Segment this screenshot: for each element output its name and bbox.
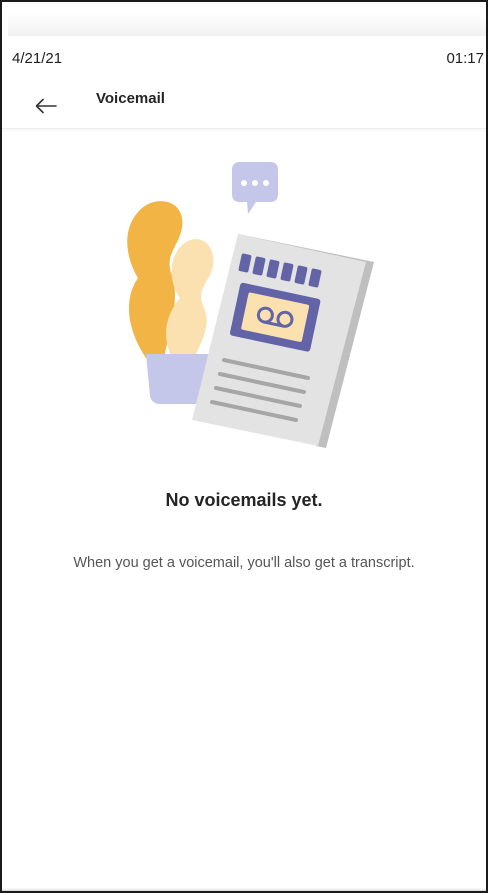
empty-state-title: No voicemails yet. <box>165 490 323 510</box>
top-edge <box>8 12 486 36</box>
status-time: 01:17 <box>446 50 484 67</box>
status-bar: 4/21/21 01:17 <box>2 42 486 72</box>
chat-bubble-icon <box>232 162 278 214</box>
empty-state-description: When you get a voicemail, you'll also ge… <box>73 555 415 571</box>
phone-screen: 4/21/21 01:17 Voicemail No voicemails ye… <box>0 0 488 893</box>
voicemail-illustration <box>127 162 374 448</box>
bottom-edge <box>2 888 486 891</box>
app-header: Voicemail <box>2 76 486 129</box>
back-button[interactable] <box>26 86 66 126</box>
page-title: Voicemail <box>96 90 165 107</box>
status-date: 4/21/21 <box>12 50 63 67</box>
arrow-left-icon <box>35 98 57 114</box>
